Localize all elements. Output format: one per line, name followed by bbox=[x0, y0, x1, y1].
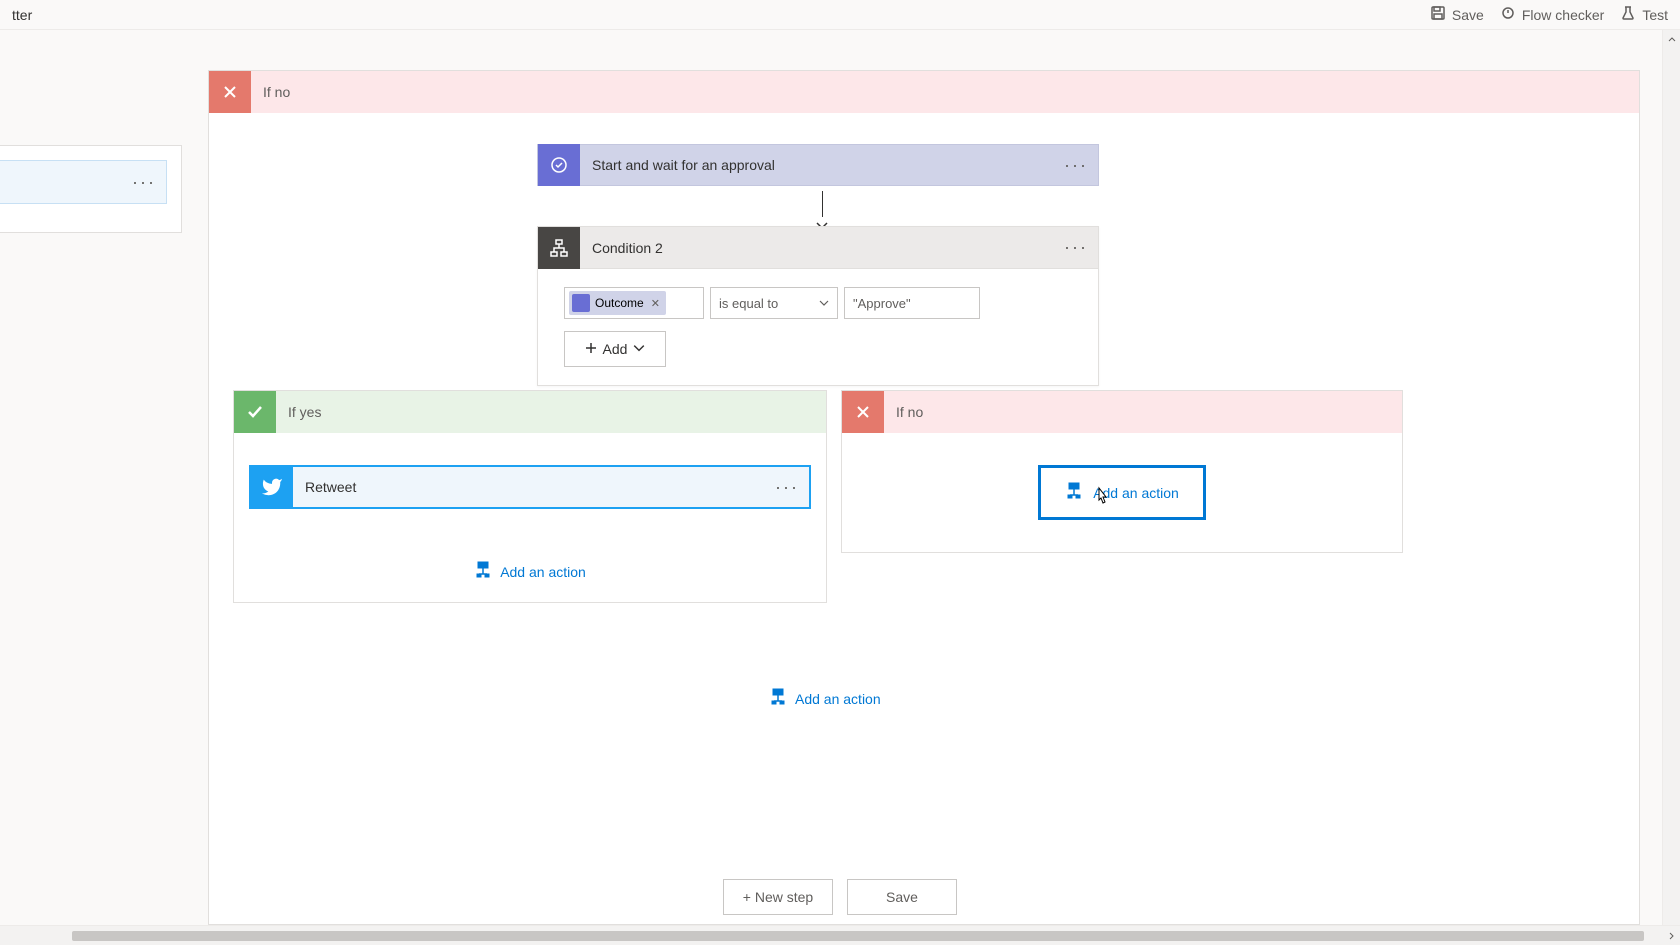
vertical-scrollbar[interactable] bbox=[1662, 30, 1680, 925]
if-yes-label: If yes bbox=[288, 404, 321, 420]
condition-card[interactable]: Condition 2 ··· Outcome ✕ is equal to bbox=[537, 226, 1099, 386]
condition-operator-select[interactable]: is equal to bbox=[710, 287, 838, 319]
test-icon bbox=[1620, 5, 1636, 24]
x-icon bbox=[842, 391, 884, 433]
save-button[interactable]: Save bbox=[1430, 5, 1484, 24]
chevron-down-icon bbox=[633, 341, 645, 357]
condition-left-operand[interactable]: Outcome ✕ bbox=[564, 287, 704, 319]
approval-title: Start and wait for an approval bbox=[592, 157, 1064, 173]
horizontal-scrollbar[interactable] bbox=[0, 925, 1680, 945]
x-icon bbox=[209, 71, 251, 113]
scrollbar-thumb[interactable] bbox=[72, 931, 1644, 941]
save-icon bbox=[1430, 5, 1446, 24]
if-no-branch: If no Add an action bbox=[841, 390, 1403, 553]
if-no-label: If no bbox=[896, 404, 923, 420]
partial-card-inner[interactable]: ··· bbox=[0, 160, 167, 204]
if-yes-branch: If yes Retweet ··· Add an action bbox=[233, 390, 827, 603]
topbar: tter Save Flow checker Test bbox=[0, 0, 1680, 30]
token-icon bbox=[572, 294, 590, 312]
retweet-action-card[interactable]: Retweet ··· bbox=[249, 465, 811, 509]
condition-more-icon[interactable]: ··· bbox=[1064, 237, 1088, 258]
bottom-add-action-button[interactable]: Add an action bbox=[769, 688, 881, 709]
approval-action-card[interactable]: Start and wait for an approval ··· bbox=[537, 144, 1099, 186]
condition-value-input[interactable]: "Approve" bbox=[844, 287, 980, 319]
topbar-actions: Save Flow checker Test bbox=[1430, 5, 1668, 24]
if-yes-header[interactable]: If yes bbox=[234, 391, 826, 433]
cursor-pointer-icon bbox=[1093, 486, 1111, 511]
main-flow-container: If no Start and wait for an approval ··· bbox=[208, 70, 1640, 925]
scroll-up-icon[interactable] bbox=[1663, 30, 1680, 48]
outer-if-no-header[interactable]: If no bbox=[209, 71, 1639, 113]
add-condition-button[interactable]: Add bbox=[564, 331, 666, 367]
flow-title-partial: tter bbox=[12, 7, 32, 23]
add-action-icon bbox=[474, 561, 492, 582]
condition-title: Condition 2 bbox=[592, 240, 1064, 256]
retweet-more-icon[interactable]: ··· bbox=[775, 477, 799, 498]
approval-icon bbox=[538, 144, 580, 186]
twitter-icon bbox=[251, 467, 293, 507]
token-remove-icon[interactable]: ✕ bbox=[651, 297, 660, 310]
test-button[interactable]: Test bbox=[1620, 5, 1668, 24]
flow-checker-button[interactable]: Flow checker bbox=[1500, 5, 1604, 24]
condition-icon bbox=[538, 227, 580, 269]
outer-if-no-label: If no bbox=[263, 84, 290, 100]
footer-save-button[interactable]: Save bbox=[847, 879, 957, 915]
new-step-button[interactable]: + New step bbox=[723, 879, 833, 915]
plus-icon bbox=[585, 341, 597, 357]
if-no-add-action-button[interactable]: Add an action bbox=[1038, 465, 1206, 520]
flow-checker-icon bbox=[1500, 5, 1516, 24]
chevron-down-icon bbox=[819, 296, 829, 311]
flow-canvas: ··· If no Start and wait for an approval… bbox=[0, 30, 1660, 925]
check-icon bbox=[234, 391, 276, 433]
add-action-icon bbox=[769, 688, 787, 709]
approval-more-icon[interactable]: ··· bbox=[1064, 155, 1088, 176]
scroll-right-icon[interactable] bbox=[1668, 927, 1676, 945]
footer-buttons: + New step Save bbox=[0, 879, 1680, 915]
outcome-token[interactable]: Outcome ✕ bbox=[569, 291, 666, 315]
if-yes-add-action-button[interactable]: Add an action bbox=[474, 561, 586, 582]
partial-card-left: ··· bbox=[0, 145, 182, 233]
add-action-icon bbox=[1065, 482, 1083, 503]
more-icon[interactable]: ··· bbox=[132, 172, 156, 193]
if-no-header[interactable]: If no bbox=[842, 391, 1402, 433]
retweet-title: Retweet bbox=[305, 479, 775, 495]
